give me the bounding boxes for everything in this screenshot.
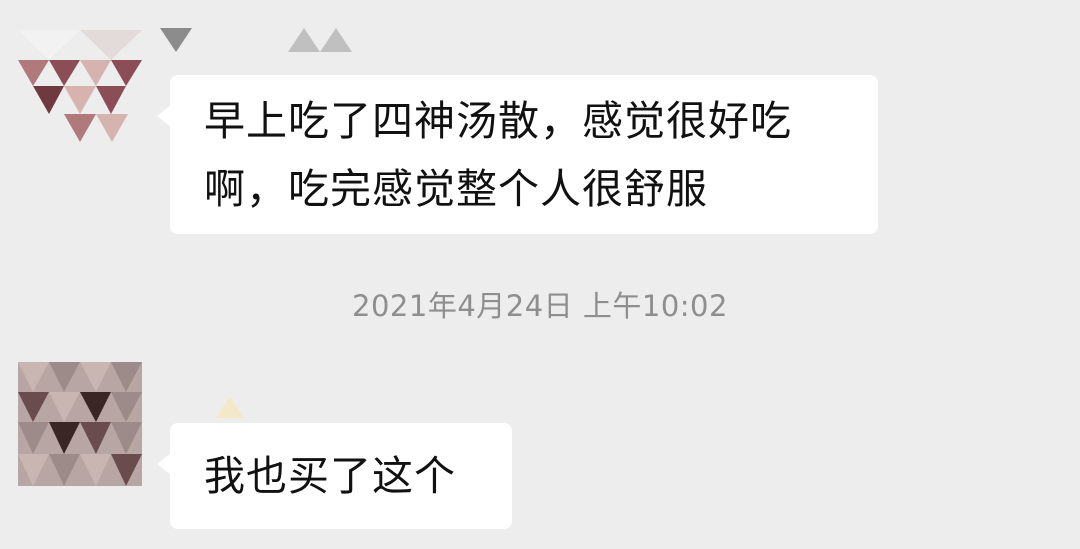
message-bubble[interactable]: 我也买了这个 bbox=[157, 423, 512, 529]
sender-name-placeholder-icons bbox=[216, 396, 244, 418]
message-text: 啊，吃完感觉整个人很舒服 bbox=[204, 165, 708, 213]
message-bubble[interactable]: 早上吃了四神汤散，感觉很好吃 啊，吃完感觉整个人很舒服 bbox=[157, 75, 878, 234]
pixelated-avatar-icon bbox=[18, 30, 142, 154]
contact-avatar-2[interactable] bbox=[18, 362, 142, 486]
pixelated-avatar-icon bbox=[18, 362, 142, 486]
message-text: 早上吃了四神汤散，感觉很好吃 bbox=[204, 97, 792, 145]
message-text: 我也买了这个 bbox=[204, 452, 456, 500]
sender-name-placeholder-icons bbox=[160, 28, 352, 52]
contact-avatar-1[interactable] bbox=[18, 30, 142, 154]
chat-window: 早上吃了四神汤散，感觉很好吃 啊，吃完感觉整个人很舒服 2021年4月24日 上… bbox=[0, 0, 1080, 549]
timestamp: 2021年4月24日 上午10:02 bbox=[352, 289, 728, 323]
